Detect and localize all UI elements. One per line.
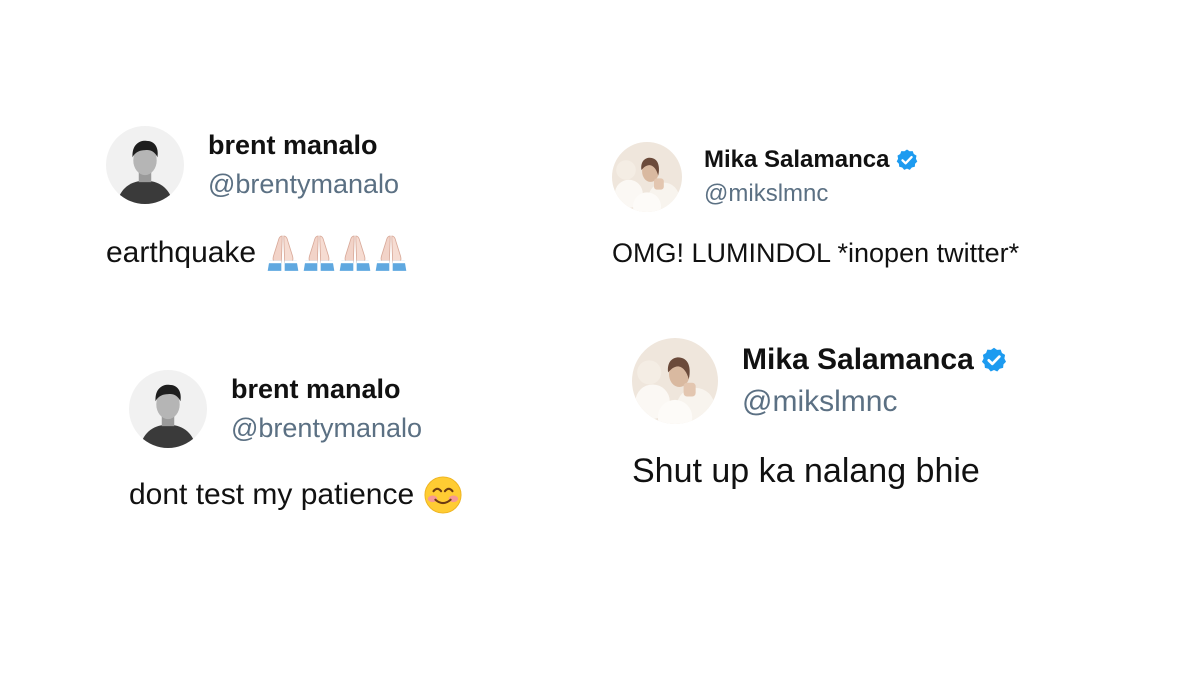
emoji-group: [266, 234, 410, 272]
display-name-text: Mika Salamanca: [742, 343, 974, 376]
tweet-text: Shut up ka nalang bhie: [632, 452, 1008, 491]
avatar[interactable]: [632, 338, 718, 424]
user-handle[interactable]: @mikslmnc: [742, 385, 1008, 419]
display-name[interactable]: brent manalo: [231, 374, 422, 405]
tweet-header: brent manalo @brentymanalo: [129, 370, 464, 448]
tweet-header: brent manalo @brentymanalo: [106, 126, 410, 204]
author-names: brent manalo @brentymanalo: [208, 130, 399, 200]
tweet-header: Mika Salamanca @mikslmnc: [632, 338, 1008, 424]
author-names: Mika Salamanca @mikslmnc: [742, 343, 1008, 419]
tweet-card: Mika Salamanca @mikslmnc OMG! LUMINDOL *…: [612, 142, 1019, 269]
tweet-text: earthquake: [106, 234, 410, 272]
folded-hands-emoji: [266, 234, 300, 272]
user-handle[interactable]: @brentymanalo: [231, 413, 422, 444]
verified-badge-icon: [980, 346, 1008, 374]
tweet-text-content: earthquake: [106, 236, 257, 269]
avatar[interactable]: [106, 126, 184, 204]
author-names: brent manalo @brentymanalo: [231, 374, 422, 444]
tweet-card: brent manalo @brentymanalo dont test my …: [129, 370, 464, 514]
tweet-text-content: dont test my patience: [129, 478, 415, 511]
emoji-group: [424, 476, 464, 514]
tweet-text-content: Shut up ka nalang bhie: [632, 452, 980, 490]
tweet-text-content: OMG! LUMINDOL *inopen twitter*: [612, 238, 1020, 268]
display-name[interactable]: Mika Salamanca: [704, 146, 919, 174]
smiling-face-emoji: [424, 476, 462, 514]
avatar[interactable]: [129, 370, 207, 448]
tweet-header: Mika Salamanca @mikslmnc: [612, 142, 1019, 212]
display-name-text: brent manalo: [208, 130, 378, 160]
tweet-text: OMG! LUMINDOL *inopen twitter*: [612, 238, 1019, 269]
display-name-text: Mika Salamanca: [704, 146, 890, 173]
display-name-text: brent manalo: [231, 374, 401, 404]
verified-badge-icon: [895, 148, 919, 172]
author-names: Mika Salamanca @mikslmnc: [704, 146, 919, 208]
folded-hands-emoji: [338, 234, 372, 272]
user-handle[interactable]: @mikslmnc: [704, 180, 919, 208]
folded-hands-emoji: [302, 234, 336, 272]
user-handle[interactable]: @brentymanalo: [208, 169, 399, 200]
folded-hands-emoji: [374, 234, 408, 272]
display-name[interactable]: Mika Salamanca: [742, 343, 1008, 377]
tweet-text: dont test my patience: [129, 476, 464, 514]
avatar[interactable]: [612, 142, 682, 212]
display-name[interactable]: brent manalo: [208, 130, 399, 161]
tweet-card: brent manalo @brentymanalo earthquake: [106, 126, 410, 272]
tweet-collage: brent manalo @brentymanalo earthquake Mi…: [0, 0, 1200, 675]
tweet-card: Mika Salamanca @mikslmnc Shut up ka nala…: [632, 338, 1008, 491]
